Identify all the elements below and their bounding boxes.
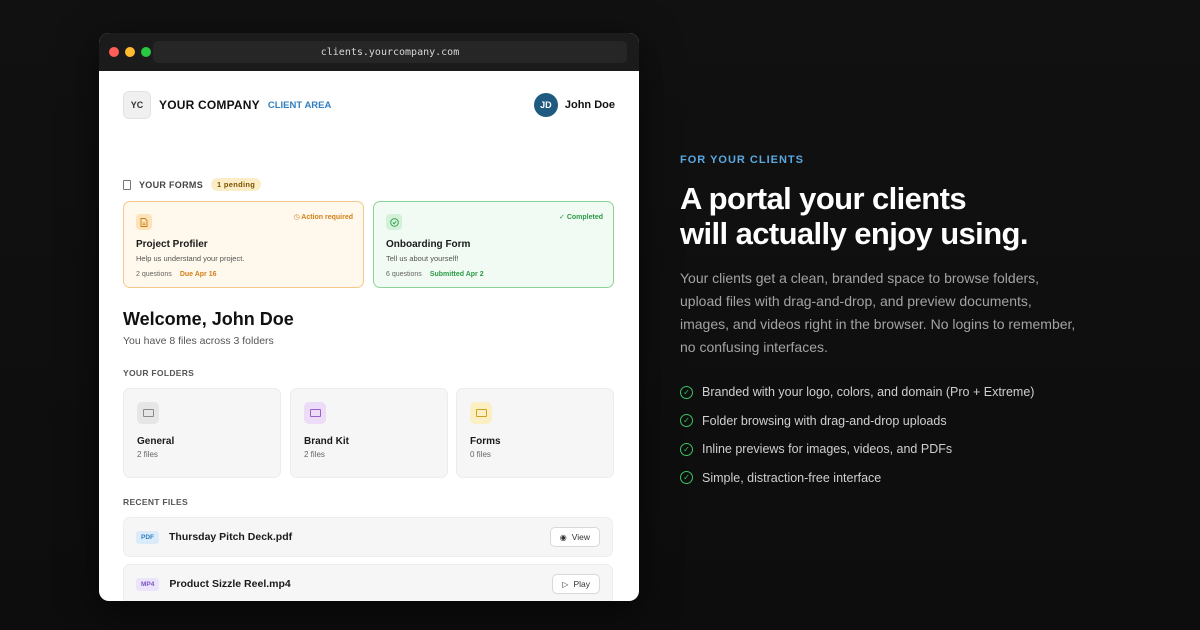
- recent-file-row[interactable]: PDF Thursday Pitch Deck.pdf ◉ View: [123, 517, 613, 557]
- form-meta: 6 questions Submitted Apr 2: [386, 271, 601, 278]
- user-menu[interactable]: JD John Doe: [533, 93, 615, 117]
- portal-header: YC YOUR COMPANY CLIENT AREA JD John Doe: [123, 91, 615, 119]
- form-status-badge: ✓ Completed: [559, 214, 603, 221]
- form-description: Tell us about yourself!: [386, 254, 459, 263]
- eye-icon: ◉: [559, 532, 567, 542]
- folder-card-brand-kit[interactable]: Brand Kit 2 files: [290, 388, 448, 478]
- file-type-badge: PDF: [136, 530, 159, 544]
- form-card-onboarding[interactable]: ✓ Completed Onboarding Form Tell us abou…: [373, 201, 614, 288]
- folder-icon: [137, 402, 159, 424]
- minimize-window-button[interactable]: [125, 47, 135, 57]
- avatar: JD: [533, 93, 558, 117]
- welcome-subtitle: You have 8 files across 3 folders: [123, 335, 274, 347]
- folder-file-count: 2 files: [304, 450, 325, 459]
- form-question-count: 6 questions: [386, 271, 422, 278]
- folder-file-count: 2 files: [137, 450, 158, 459]
- clipboard-icon: [123, 179, 131, 190]
- folder-name: General: [137, 436, 175, 447]
- file-name: Thursday Pitch Deck.pdf: [169, 531, 293, 543]
- address-bar[interactable]: clients.yourcompany.com: [153, 41, 627, 63]
- feature-item: ✓ Simple, distraction-free interface: [680, 464, 1034, 493]
- recent-files-section-title: RECENT FILES: [123, 497, 188, 507]
- feature-list: ✓ Branded with your logo, colors, and dom…: [680, 378, 1034, 492]
- check-circle-icon: ✓: [680, 442, 693, 456]
- forms-section-title: YOUR FORMS 1 pending: [123, 178, 262, 191]
- headline-line-1: A portal your clients: [680, 181, 967, 216]
- check-circle-icon: ✓: [680, 385, 693, 399]
- form-card-project-profiler[interactable]: ◷ Action required Project Profiler Help …: [123, 201, 364, 288]
- user-name: John Doe: [564, 99, 615, 111]
- folders-section-title: YOUR FOLDERS: [123, 368, 195, 378]
- pending-badge: 1 pending: [211, 178, 262, 191]
- form-description: Help us understand your project.: [136, 254, 245, 263]
- play-icon: ▷: [562, 579, 569, 589]
- feature-item: ✓ Folder browsing with drag-and-drop uplo…: [680, 407, 1034, 436]
- feature-item: ✓ Branded with your logo, colors, and dom…: [680, 378, 1034, 407]
- headline-line-2: will actually enjoy using.: [680, 216, 1028, 251]
- form-due-date: Due Apr 16: [179, 271, 217, 278]
- document-icon: [136, 214, 152, 230]
- folder-name: Brand Kit: [304, 436, 349, 447]
- company-logo: YC: [123, 91, 151, 119]
- maximize-window-button[interactable]: [141, 47, 151, 57]
- close-window-button[interactable]: [109, 47, 119, 57]
- form-title: Project Profiler: [136, 239, 208, 250]
- file-type-badge: MP4: [136, 577, 160, 591]
- check-circle-icon: ✓: [680, 414, 693, 428]
- check-icon: [386, 214, 402, 230]
- recent-file-row[interactable]: MP4 Product Sizzle Reel.mp4 ▷ Play: [123, 564, 613, 601]
- forms-title-label: YOUR FORMS: [139, 179, 204, 190]
- section-eyebrow: FOR YOUR CLIENTS: [680, 154, 804, 166]
- form-title: Onboarding Form: [386, 239, 471, 250]
- client-portal: YC YOUR COMPANY CLIENT AREA JD John Doe …: [99, 71, 639, 601]
- feature-item: ✓ Inline previews for images, videos, and…: [680, 435, 1034, 464]
- folder-icon: [470, 402, 492, 424]
- client-area-label: CLIENT AREA: [267, 99, 332, 111]
- company-name: YOUR COMPANY: [159, 98, 260, 112]
- folder-icon: [304, 402, 326, 424]
- folder-name: Forms: [470, 436, 501, 447]
- form-submitted-date: Submitted Apr 2: [429, 271, 484, 278]
- check-circle-icon: ✓: [680, 471, 693, 485]
- headline: A portal your clients will actually enjo…: [680, 181, 1150, 251]
- browser-window: clients.yourcompany.com YC YOUR COMPANY …: [99, 33, 639, 601]
- folder-card-forms[interactable]: Forms 0 files: [456, 388, 614, 478]
- folder-card-general[interactable]: General 2 files: [123, 388, 281, 478]
- folder-file-count: 0 files: [470, 450, 491, 459]
- view-button[interactable]: ◉ View: [549, 527, 600, 547]
- form-status-badge: ◷ Action required: [293, 214, 353, 221]
- check-circle-icon: ✓: [559, 214, 567, 221]
- welcome-title: Welcome, John Doe: [123, 309, 294, 329]
- description-paragraph: Your clients get a clean, branded space …: [680, 270, 1076, 355]
- form-question-count: 2 questions: [136, 271, 172, 278]
- file-name: Product Sizzle Reel.mp4: [169, 578, 291, 590]
- browser-titlebar: clients.yourcompany.com: [99, 33, 639, 71]
- play-button[interactable]: ▷ Play: [552, 574, 600, 594]
- form-meta: 2 questions Due Apr 16: [136, 271, 351, 278]
